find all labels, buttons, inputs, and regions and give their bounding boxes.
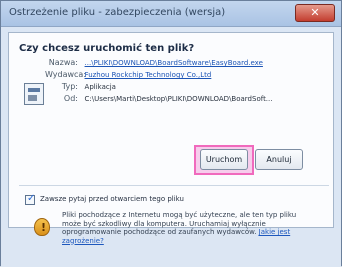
run-button[interactable]: Uruchom	[200, 149, 248, 170]
field-row-publisher: Wydawca: Fuzhou Rockchip Technology Co.,…	[45, 70, 211, 79]
section-separator	[19, 185, 329, 186]
window-title: Ostrzeżenie pliku - zabezpieczenia (wers…	[9, 7, 226, 18]
close-button[interactable]: ✕	[295, 4, 335, 22]
always-ask-label: Zawsze pytaj przed otwarciem tego pliku	[40, 195, 184, 203]
field-label-name: Nazwa:	[48, 58, 78, 67]
dialog-heading: Czy chcesz uruchomić ten plik?	[19, 43, 195, 54]
source-path-value: C:\Users\Marti\Desktop\PLIKI\DOWNLOAD\Bo…	[84, 95, 273, 103]
title-bar: Ostrzeżenie pliku - zabezpieczenia (wers…	[1, 1, 341, 27]
dialog-panel: Czy chcesz uruchomić ten plik? Nazwa: ..…	[8, 32, 334, 228]
field-row-type: Typ: Aplikacja	[45, 82, 116, 91]
field-row-name: Nazwa: ...\PLIKI\DOWNLOAD\BoardSoftware\…	[45, 58, 263, 67]
always-ask-checkbox[interactable]: ✓	[25, 193, 36, 205]
file-name-link[interactable]: ...\PLIKI\DOWNLOAD\BoardSoftware\EasyBoa…	[85, 59, 263, 67]
cancel-button[interactable]: Anuluj	[255, 149, 303, 170]
security-warning-window: Ostrzeżenie pliku - zabezpieczenia (wers…	[0, 0, 342, 267]
field-label-type: Typ:	[61, 82, 78, 91]
warning-shield-icon: !	[34, 218, 50, 236]
field-label-from: Od:	[63, 94, 78, 103]
file-type-value: Aplikacja	[84, 83, 116, 91]
field-row-from: Od: C:\Users\Marti\Desktop\PLIKI\DOWNLOA…	[45, 94, 273, 103]
check-mark-icon: ✓	[27, 193, 36, 204]
field-label-publisher: Wydawca:	[45, 70, 87, 79]
application-file-icon	[24, 83, 44, 105]
warning-text: Pliki pochodzące z Internetu mogą być uż…	[62, 211, 308, 245]
publisher-link[interactable]: Fuzhou Rockchip Technology Co.,Ltd	[85, 71, 212, 79]
